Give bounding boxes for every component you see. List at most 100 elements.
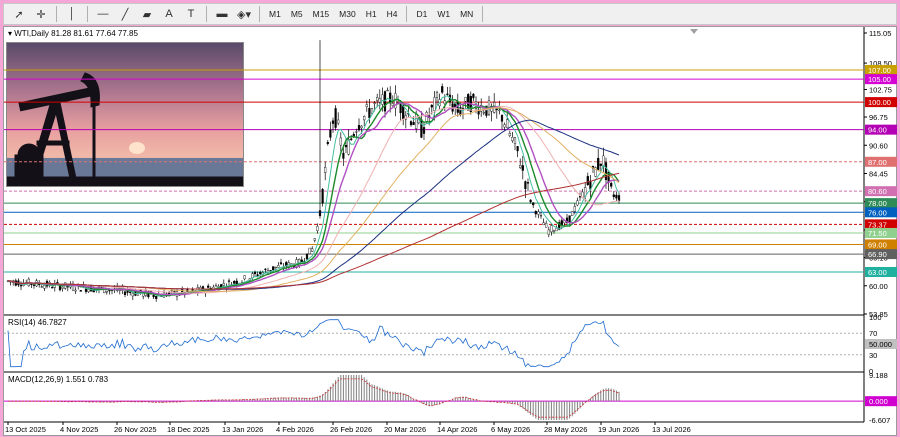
candle-body — [370, 108, 374, 114]
candle-body — [373, 102, 376, 104]
candle-body — [516, 146, 519, 152]
candle-body — [508, 133, 511, 136]
candle-body — [222, 283, 225, 286]
candle-body — [391, 103, 394, 106]
candle-body — [79, 290, 82, 292]
timeframe-m1-button[interactable]: M1 — [264, 5, 286, 23]
candle-body — [300, 259, 303, 263]
timeframe-h1-button[interactable]: H1 — [361, 5, 382, 23]
macd-axis-label: 9.188 — [869, 371, 888, 380]
candle-body — [131, 293, 134, 297]
candle-body — [617, 195, 621, 201]
price-level-tag-label: 87.00 — [868, 158, 887, 167]
price-level-tag-label: 71.50 — [868, 229, 887, 238]
candle-body — [464, 96, 467, 102]
cursor-icon[interactable]: ➚ — [8, 5, 30, 23]
date-tick-label: 20 Mar 2026 — [384, 425, 426, 434]
chart-header: ▾ WTI,Daily 81.28 81.61 77.64 77.85 — [8, 29, 138, 38]
timeframe-h4-button[interactable]: H4 — [382, 5, 403, 23]
candle-body — [539, 215, 543, 217]
macd-axis-label: 0.000 — [869, 397, 888, 406]
chart-window[interactable]: 115.05108.50102.7596.7590.6084.4578.3072… — [3, 26, 897, 436]
candle-body — [555, 227, 558, 232]
candle-body — [365, 104, 368, 107]
candle-body — [277, 265, 280, 268]
candle-body — [108, 290, 111, 292]
vertical-line-icon[interactable]: │ — [61, 5, 83, 23]
timeframe-m5-button[interactable]: M5 — [286, 5, 308, 23]
crosshair-icon[interactable]: ✛ — [30, 5, 52, 23]
candle-body — [615, 194, 618, 199]
candle-body — [503, 124, 506, 128]
candle-body — [233, 281, 236, 284]
candle-body — [321, 189, 324, 204]
date-tick-label: 26 Nov 2025 — [114, 425, 157, 434]
price-level-tag-label: 100.00 — [868, 98, 891, 107]
channel-icon[interactable]: ▰ — [136, 5, 158, 23]
candle-body — [415, 113, 418, 129]
horizontal-line-icon[interactable]: — — [92, 5, 114, 23]
candle-body — [529, 199, 532, 203]
candle-body — [433, 97, 436, 111]
candle-body — [610, 182, 613, 187]
timeframe-w1-button[interactable]: W1 — [432, 5, 455, 23]
candle-body — [550, 225, 553, 233]
candle-body — [498, 109, 501, 112]
text-label-icon[interactable]: T — [180, 5, 202, 23]
candle-body — [612, 194, 615, 198]
candle-body — [412, 122, 415, 126]
toolbar-separator — [406, 6, 408, 22]
timeframe-d1-button[interactable]: D1 — [411, 5, 432, 23]
timeframe-m15-button[interactable]: M15 — [308, 5, 335, 23]
toolbar-separator — [87, 6, 88, 22]
date-tick-label: 18 Dec 2025 — [167, 425, 210, 434]
rsi-axis-label: 100 — [869, 313, 882, 322]
candle-body — [378, 98, 381, 103]
candle-body — [446, 93, 449, 95]
candle-body — [207, 285, 210, 288]
date-tick-label: 4 Nov 2025 — [60, 425, 98, 434]
candle-body — [368, 107, 371, 119]
candle-body — [311, 248, 314, 252]
candle-body — [253, 271, 257, 275]
price-chart[interactable]: 115.05108.50102.7596.7590.6084.4578.3072… — [4, 27, 898, 437]
candle-body — [573, 206, 576, 212]
trendline-icon[interactable]: ╱ — [114, 5, 136, 23]
price-tick-label: 102.75 — [869, 85, 892, 94]
price-level-tag-label: 107.00 — [868, 66, 891, 75]
date-tick-label: 14 Apr 2026 — [437, 425, 477, 434]
candle-body — [326, 142, 329, 144]
candle-body — [191, 289, 194, 291]
moving-average-line — [7, 107, 620, 293]
date-tick-label: 26 Feb 2026 — [330, 425, 372, 434]
timeframe-m30-button[interactable]: M30 — [334, 5, 361, 23]
price-level-tag-label: 66.90 — [868, 250, 887, 259]
rsi-axis-label: 50.000 — [869, 340, 892, 349]
candle-body — [430, 104, 433, 108]
shapes-dropdown-icon[interactable]: ◈▾ — [233, 5, 255, 23]
timeframe-mn-button[interactable]: MN — [455, 5, 478, 23]
candle-body — [552, 230, 556, 232]
candle-body — [334, 108, 337, 128]
date-tick-label: 4 Feb 2026 — [276, 425, 314, 434]
candle-body — [506, 119, 509, 128]
moving-average-line — [7, 119, 620, 290]
candle-body — [435, 92, 439, 98]
candle-body — [123, 291, 127, 295]
candle-body — [363, 116, 366, 121]
moving-average-line — [7, 95, 620, 297]
date-tick-label: 13 Jan 2026 — [222, 425, 263, 434]
rectangle-icon[interactable]: ▬ — [211, 5, 233, 23]
price-level-tag-label: 69.00 — [868, 240, 887, 249]
candle-body — [324, 167, 327, 173]
chart-shift-marker — [690, 29, 698, 34]
price-level-tag-label: 63.00 — [868, 268, 887, 277]
candle-body — [355, 131, 358, 133]
rsi-label: RSI(14) 46.7827 — [8, 318, 67, 327]
candle-body — [56, 282, 59, 284]
candle-body — [537, 211, 540, 215]
candle-body — [152, 294, 155, 298]
toolbar-separator — [259, 6, 260, 22]
candle-body — [524, 181, 527, 190]
text-icon[interactable]: A — [158, 5, 180, 23]
